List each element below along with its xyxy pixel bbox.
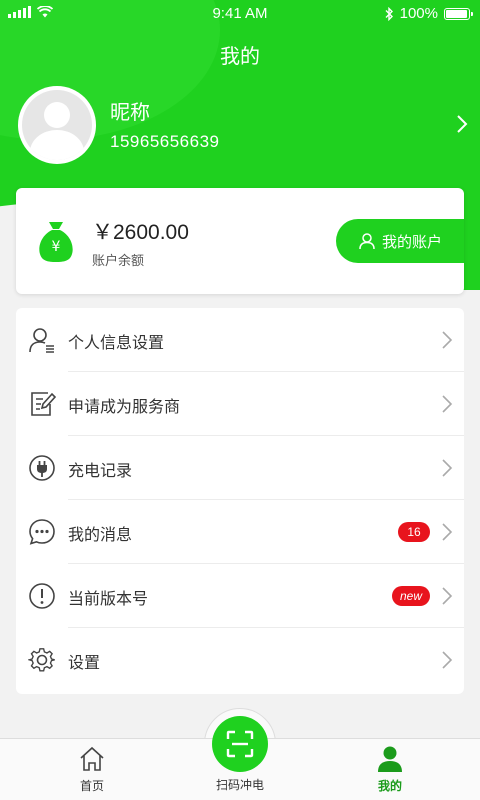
balance-label: 账户余额 [92, 254, 145, 269]
phone-number: 15965656639 [110, 132, 220, 151]
plug-icon [29, 455, 55, 481]
tab-scan-label[interactable]: 扫码冲电 [200, 776, 280, 793]
user-filled-icon [378, 746, 402, 772]
chevron-right-icon [442, 395, 453, 413]
menu-item-label: 设置 [68, 653, 101, 672]
avatar[interactable] [18, 86, 96, 164]
menu-item-label: 我的消息 [68, 525, 133, 544]
menu-item-messages[interactable]: 我的消息 16 [16, 500, 464, 564]
avatar-body [30, 130, 84, 160]
user-icon [359, 233, 375, 250]
menu-item-settings[interactable]: 设置 [16, 628, 464, 692]
user-settings-icon [29, 328, 54, 353]
battery-fill [446, 9, 467, 18]
new-badge: new [391, 586, 430, 606]
my-account-label: 我的账户 [381, 233, 442, 251]
menu-item-label: 申请成为服务商 [68, 397, 181, 416]
menu-item-label: 当前版本号 [68, 589, 149, 608]
gear-icon [28, 648, 55, 672]
status-bar: 9:41 AM 100% [0, 0, 480, 28]
menu-item-version[interactable]: 当前版本号 new [16, 564, 464, 628]
avatar-head [44, 102, 70, 128]
chevron-right-icon [442, 651, 453, 669]
menu-item-label: 个人信息设置 [68, 333, 165, 352]
status-right: 100% [384, 5, 473, 22]
balance-card: ¥ ￥2600.00 账户余额 我的账户 [16, 188, 464, 294]
bluetooth-icon [385, 6, 393, 21]
unread-count-badge: 16 [398, 522, 430, 542]
avatar-placeholder [22, 90, 92, 160]
home-icon [80, 746, 104, 771]
page-title: 我的 [220, 44, 260, 68]
chevron-right-icon [442, 459, 453, 477]
chevron-right-icon [442, 523, 453, 541]
edit-form-icon [31, 392, 56, 416]
my-account-button[interactable]: 我的账户 [336, 219, 464, 263]
battery-icon [444, 7, 473, 20]
chevron-right-icon [442, 331, 453, 349]
balance-amount: ￥2600.00 [92, 221, 189, 244]
tab-mine[interactable]: 我的 [360, 739, 420, 800]
info-icon [29, 583, 55, 609]
menu-item-label: 充电记录 [68, 461, 133, 480]
profile-chevron-right-icon[interactable] [452, 112, 472, 136]
menu-item-charge-records[interactable]: 充电记录 [16, 436, 464, 500]
nickname: 昵称 [110, 100, 150, 124]
tab-home[interactable]: 首页 [62, 739, 122, 800]
scan-charge-button[interactable] [212, 716, 268, 772]
money-bag-icon: ¥ [39, 222, 73, 262]
tab-home-label: 首页 [79, 779, 104, 793]
battery-percent: 100% [399, 5, 438, 22]
message-icon [29, 519, 55, 545]
menu-list: 个人信息设置 申请成为服务商 充电记录 我的消息 16 当前版本号 new 设置 [16, 308, 464, 694]
menu-item-profile-settings[interactable]: 个人信息设置 [16, 308, 464, 372]
tab-mine-label: 我的 [377, 779, 402, 793]
scan-icon [226, 730, 254, 758]
chevron-right-icon [442, 587, 453, 605]
money-bag-glyph: ¥ [52, 239, 61, 255]
menu-item-apply-provider[interactable]: 申请成为服务商 [16, 372, 464, 436]
